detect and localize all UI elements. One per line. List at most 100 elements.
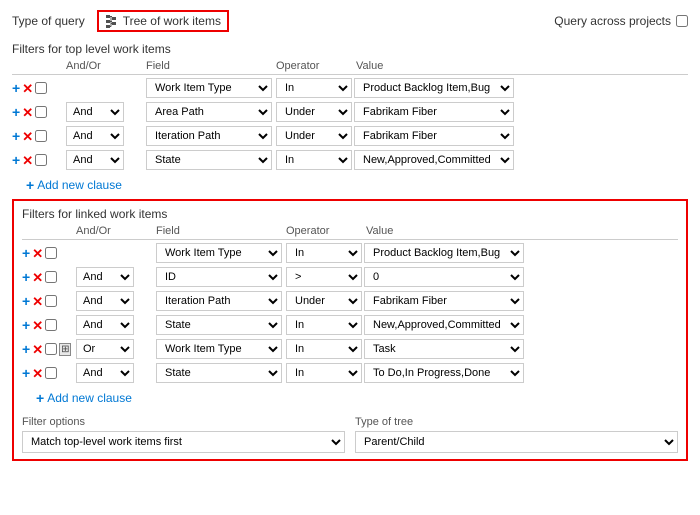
query-across-checkbox[interactable] [676,15,688,27]
andor-select[interactable]: AndOr [66,126,124,146]
add-row-button[interactable]: + [22,270,30,284]
linked-add-clause[interactable]: + Add new clause [36,390,132,406]
andor-cell[interactable]: OrAnd [74,339,154,359]
operator-cell[interactable]: In [284,315,364,335]
row-checkbox[interactable] [45,367,57,379]
value-select[interactable]: Task [364,339,524,359]
add-row-button[interactable]: + [22,318,30,332]
operator-select[interactable]: In [276,150,352,170]
andor-select[interactable]: AndOr [76,363,134,383]
remove-row-button[interactable]: ✕ [22,82,33,95]
add-row-button[interactable]: + [12,81,20,95]
top-add-clause[interactable]: + Add new clause [26,177,122,193]
operator-select[interactable]: In [286,243,362,263]
row-checkbox[interactable] [35,130,47,142]
andor-select[interactable]: AndOr [66,150,124,170]
value-cell[interactable]: Product Backlog Item,Bug [364,243,524,263]
row-checkbox[interactable] [35,106,47,118]
row-checkbox[interactable] [45,319,57,331]
remove-row-button[interactable]: ✕ [22,154,33,167]
field-cell[interactable]: Iteration Path [154,291,284,311]
field-cell[interactable]: ID [154,267,284,287]
andor-cell[interactable]: AndOr [64,126,144,146]
andor-cell[interactable]: AndOr [64,150,144,170]
field-cell[interactable]: Work Item Type [154,243,284,263]
remove-row-button[interactable]: ✕ [32,247,43,260]
operator-cell[interactable]: Under [274,126,354,146]
remove-row-button[interactable]: ✕ [22,130,33,143]
field-select[interactable]: Area Path [146,102,272,122]
field-select[interactable]: State [156,363,282,383]
operator-cell[interactable]: In [274,78,354,98]
field-select[interactable]: State [156,315,282,335]
operator-cell[interactable]: > [284,267,364,287]
field-select[interactable]: Work Item Type [146,78,272,98]
operator-select[interactable]: In [276,78,352,98]
remove-row-button[interactable]: ✕ [32,295,43,308]
field-cell[interactable]: Area Path [144,102,274,122]
field-select[interactable]: State [146,150,272,170]
andor-cell[interactable]: AndOr [74,267,154,287]
value-select[interactable]: Product Backlog Item,Bug [354,78,514,98]
operator-select[interactable]: In [286,363,362,383]
add-row-button[interactable]: + [22,246,30,260]
value-cell[interactable]: Fabrikam Fiber [354,102,514,122]
value-cell[interactable]: To Do,In Progress,Done [364,363,524,383]
value-cell[interactable]: Product Backlog Item,Bug [354,78,514,98]
add-row-button[interactable]: + [12,129,20,143]
field-select[interactable]: Work Item Type [156,243,282,263]
field-select[interactable]: Work Item Type [156,339,282,359]
operator-cell[interactable]: In [274,150,354,170]
value-select[interactable]: Fabrikam Fiber [354,102,514,122]
value-cell[interactable]: New,Approved,Committed [354,150,514,170]
value-select[interactable]: Fabrikam Fiber [364,291,524,311]
operator-select[interactable]: In [286,339,362,359]
field-select[interactable]: ID [156,267,282,287]
andor-cell[interactable]: AndOr [74,363,154,383]
field-select[interactable]: Iteration Path [156,291,282,311]
value-cell[interactable]: Fabrikam Fiber [354,126,514,146]
row-checkbox[interactable] [45,343,57,355]
value-select[interactable]: New,Approved,Committed [364,315,524,335]
field-cell[interactable]: Work Item Type [154,339,284,359]
value-cell[interactable]: New,Approved,Committed [364,315,524,335]
andor-select[interactable]: AndOr [76,291,134,311]
andor-cell[interactable]: AndOr [64,102,144,122]
field-cell[interactable]: Work Item Type [144,78,274,98]
andor-select[interactable]: AndOr [76,267,134,287]
add-row-button[interactable]: + [12,153,20,167]
operator-cell[interactable]: Under [274,102,354,122]
field-cell[interactable]: State [154,363,284,383]
field-cell[interactable]: Iteration Path [144,126,274,146]
andor-cell[interactable]: AndOr [74,315,154,335]
add-row-button[interactable]: + [22,342,30,356]
operator-select[interactable]: Under [276,126,352,146]
field-cell[interactable]: State [154,315,284,335]
value-select[interactable]: Fabrikam Fiber [354,126,514,146]
tree-type-select[interactable]: Parent/Child Related Predecessor/Success… [355,431,678,453]
row-checkbox[interactable] [45,295,57,307]
row-checkbox[interactable] [45,247,57,259]
remove-row-button[interactable]: ✕ [22,106,33,119]
value-select[interactable]: 0 [364,267,524,287]
operator-cell[interactable]: In [284,243,364,263]
operator-select[interactable]: > [286,267,362,287]
remove-row-button[interactable]: ✕ [32,343,43,356]
operator-cell[interactable]: In [284,363,364,383]
value-cell[interactable]: Fabrikam Fiber [364,291,524,311]
field-cell[interactable]: State [144,150,274,170]
andor-select[interactable]: OrAnd [76,339,134,359]
filter-options-select[interactable]: Match top-level work items first Match l… [22,431,345,453]
operator-select[interactable]: Under [276,102,352,122]
andor-select[interactable]: AndOr [76,315,134,335]
remove-row-button[interactable]: ✕ [32,367,43,380]
value-select[interactable]: To Do,In Progress,Done [364,363,524,383]
andor-cell[interactable]: AndOr [74,291,154,311]
row-checkbox[interactable] [35,82,47,94]
row-checkbox[interactable] [45,271,57,283]
operator-cell[interactable]: Under [284,291,364,311]
value-cell[interactable]: Task [364,339,524,359]
operator-select[interactable]: Under [286,291,362,311]
add-row-button[interactable]: + [22,366,30,380]
operator-cell[interactable]: In [284,339,364,359]
